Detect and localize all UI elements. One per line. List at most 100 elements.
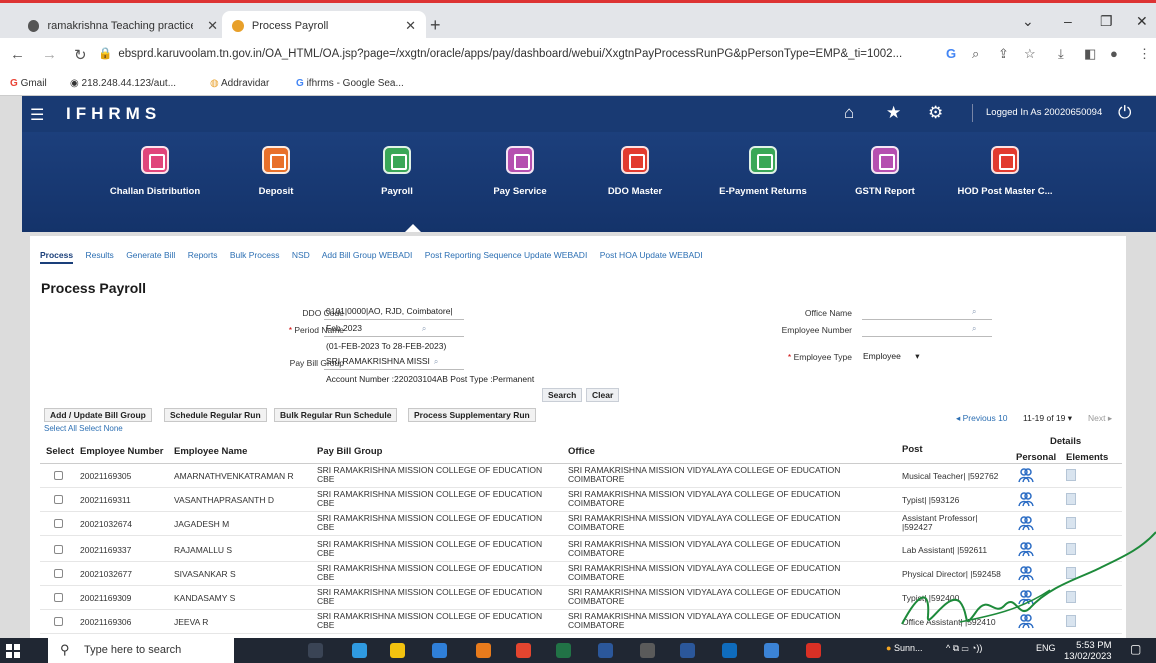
module-e-payment-returns[interactable]: E-Payment Returns xyxy=(698,146,828,197)
module-ddo-master[interactable]: DDO Master xyxy=(570,146,700,197)
language-indicator[interactable]: ENG xyxy=(1036,643,1056,653)
power-logout-icon[interactable]: ⏻ xyxy=(1118,103,1131,123)
row-select-checkbox[interactable] xyxy=(54,519,63,528)
personal-details-icon[interactable] xyxy=(1018,589,1034,605)
menu-kebab-icon[interactable]: ⋮ xyxy=(1138,46,1151,62)
firefox-icon[interactable] xyxy=(476,643,491,658)
search-lov-icon[interactable]: ⌕ xyxy=(972,324,976,333)
next-page-link[interactable]: Next ▸ xyxy=(1088,413,1112,424)
row-select-checkbox[interactable] xyxy=(54,593,63,602)
elements-icon[interactable] xyxy=(1066,543,1076,555)
profile-icon[interactable]: ● xyxy=(1110,46,1118,61)
zoom-icon[interactable]: ⌕ xyxy=(972,46,979,62)
acrobat-icon[interactable] xyxy=(806,643,821,658)
weather-widget[interactable]: ● Sunn... xyxy=(886,643,922,653)
period-name-field[interactable]: Feb 2023 ⌕ xyxy=(324,323,464,337)
subnav-results[interactable]: Results xyxy=(85,250,113,260)
taskbar-search-field[interactable]: ⚲ Type here to search xyxy=(48,638,234,663)
office-name-field[interactable]: ⌕ xyxy=(862,306,992,320)
bookmark-ip[interactable]: ◉ 218.248.44.123/aut... xyxy=(70,78,176,89)
page-range-select[interactable]: 11-19 of 19 ▾ xyxy=(1023,413,1072,424)
subnav-bulk-process[interactable]: Bulk Process xyxy=(230,250,280,260)
bookmark-ifhrms-search[interactable]: G ifhrms - Google Sea... xyxy=(296,78,404,89)
bookmark-gmail[interactable]: G Gmail xyxy=(10,78,47,89)
subnav-process[interactable]: Process xyxy=(40,250,74,264)
module-challan-distribution[interactable]: Challan Distribution xyxy=(90,146,220,197)
personal-details-icon[interactable] xyxy=(1018,613,1034,629)
subnav-nsd[interactable]: NSD xyxy=(292,250,310,260)
bookmark-addravidar[interactable]: ◍ Addravidar xyxy=(210,78,269,89)
home-icon[interactable]: ⌂ xyxy=(844,103,854,123)
minimize-button[interactable]: – xyxy=(1064,13,1072,29)
elements-icon[interactable] xyxy=(1066,493,1076,505)
module-gstn-report[interactable]: GSTN Report xyxy=(820,146,950,197)
process-supplementary-run-button[interactable]: Process Supplementary Run xyxy=(408,408,536,422)
search-lov-icon[interactable]: ⌕ xyxy=(972,307,976,316)
module-hod-post-master[interactable]: HOD Post Master C... xyxy=(940,146,1070,197)
notifications-icon[interactable]: ▢ xyxy=(1130,642,1141,656)
elements-icon[interactable] xyxy=(1066,615,1076,627)
row-select-checkbox[interactable] xyxy=(54,495,63,504)
employee-type-select[interactable]: Employee ▾ xyxy=(863,351,919,362)
new-tab-button[interactable]: + xyxy=(430,15,441,36)
reload-icon[interactable]: ↻ xyxy=(74,46,87,64)
media-icon[interactable] xyxy=(640,643,655,658)
col-pay-bill-group[interactable]: Pay Bill Group xyxy=(317,446,382,457)
add-update-bill-group-button[interactable]: Add / Update Bill Group xyxy=(44,408,152,422)
row-select-checkbox[interactable] xyxy=(54,569,63,578)
subnav-add-bill-group-webadi[interactable]: Add Bill Group WEBADI xyxy=(322,250,413,260)
subnav-reports[interactable]: Reports xyxy=(188,250,218,260)
col-employee-number[interactable]: Employee Number xyxy=(80,446,163,457)
clear-button[interactable]: Clear xyxy=(586,388,620,402)
tab-teaching-practice[interactable]: ramakrishna Teaching practice- ✕ xyxy=(18,11,228,41)
bulk-regular-run-schedule-button[interactable]: Bulk Regular Run Schedule xyxy=(274,408,398,422)
row-select-checkbox[interactable] xyxy=(54,617,63,626)
subnav-post-hoa-update[interactable]: Post HOA Update WEBADI xyxy=(600,250,703,260)
close-tab-icon[interactable]: ✕ xyxy=(207,18,218,34)
hamburger-menu-icon[interactable]: ☰ xyxy=(30,105,44,125)
windows-start-icon[interactable] xyxy=(6,644,20,658)
row-select-checkbox[interactable] xyxy=(54,545,63,554)
maximize-button[interactable]: ❐ xyxy=(1100,13,1113,30)
pay-bill-group-field[interactable]: SRI RAMAKRISHNA MISSI ⌕ xyxy=(324,356,464,370)
clock[interactable]: 5:53 PM 13/02/2023 xyxy=(1064,640,1112,662)
col-post[interactable]: Post xyxy=(902,444,923,455)
url-field[interactable]: 🔒 ebsprd.karuvoolam.tn.gov.in/OA_HTML/OA.… xyxy=(98,46,938,66)
personal-details-icon[interactable] xyxy=(1018,515,1034,531)
word-icon[interactable] xyxy=(680,643,695,658)
module-deposit[interactable]: Deposit xyxy=(211,146,341,197)
module-pay-service[interactable]: Pay Service xyxy=(455,146,585,197)
file-explorer-icon[interactable] xyxy=(390,643,405,658)
task-view-icon[interactable] xyxy=(308,643,323,658)
outlook-icon[interactable] xyxy=(722,643,737,658)
module-payroll[interactable]: Payroll xyxy=(332,146,462,197)
col-office[interactable]: Office xyxy=(568,446,595,457)
schedule-regular-run-button[interactable]: Schedule Regular Run xyxy=(164,408,267,422)
search-lov-icon[interactable]: ⌕ xyxy=(434,357,438,366)
favorites-star-icon[interactable]: ★ xyxy=(886,103,901,123)
personal-details-icon[interactable] xyxy=(1018,541,1034,557)
forward-icon[interactable]: → xyxy=(42,46,57,63)
select-none-link[interactable]: Select None xyxy=(79,424,123,433)
personal-details-icon[interactable] xyxy=(1018,565,1034,581)
tab-process-payroll[interactable]: Process Payroll ✕ xyxy=(222,11,426,41)
employee-number-field[interactable]: ⌕ xyxy=(862,323,992,337)
close-window-button[interactable]: ✕ xyxy=(1136,13,1148,30)
tray-icons[interactable]: ^ ⧉ ▭ ◔)) xyxy=(946,643,982,654)
col-employee-name[interactable]: Employee Name xyxy=(174,446,247,457)
download-icon[interactable]: ⤓ xyxy=(1058,46,1064,62)
google-icon[interactable]: G xyxy=(946,46,956,61)
tab-search-icon[interactable]: ⌄ xyxy=(1022,13,1034,30)
back-icon[interactable]: ← xyxy=(10,46,25,63)
search-lov-icon[interactable]: ⌕ xyxy=(422,324,426,333)
mail-icon[interactable] xyxy=(432,643,447,658)
bookmark-star-icon[interactable]: ☆ xyxy=(1024,46,1036,62)
settings-gear-icon[interactable]: ⚙ xyxy=(928,103,943,123)
personal-details-icon[interactable] xyxy=(1018,467,1034,483)
select-all-link[interactable]: Select All xyxy=(44,424,77,433)
elements-icon[interactable] xyxy=(1066,567,1076,579)
ddo-code-field[interactable]: 0101|0000|AO, RJD, Coimbatore| xyxy=(324,306,464,320)
elements-icon[interactable] xyxy=(1066,591,1076,603)
store-icon[interactable] xyxy=(598,643,613,658)
close-tab-icon[interactable]: ✕ xyxy=(405,18,416,34)
